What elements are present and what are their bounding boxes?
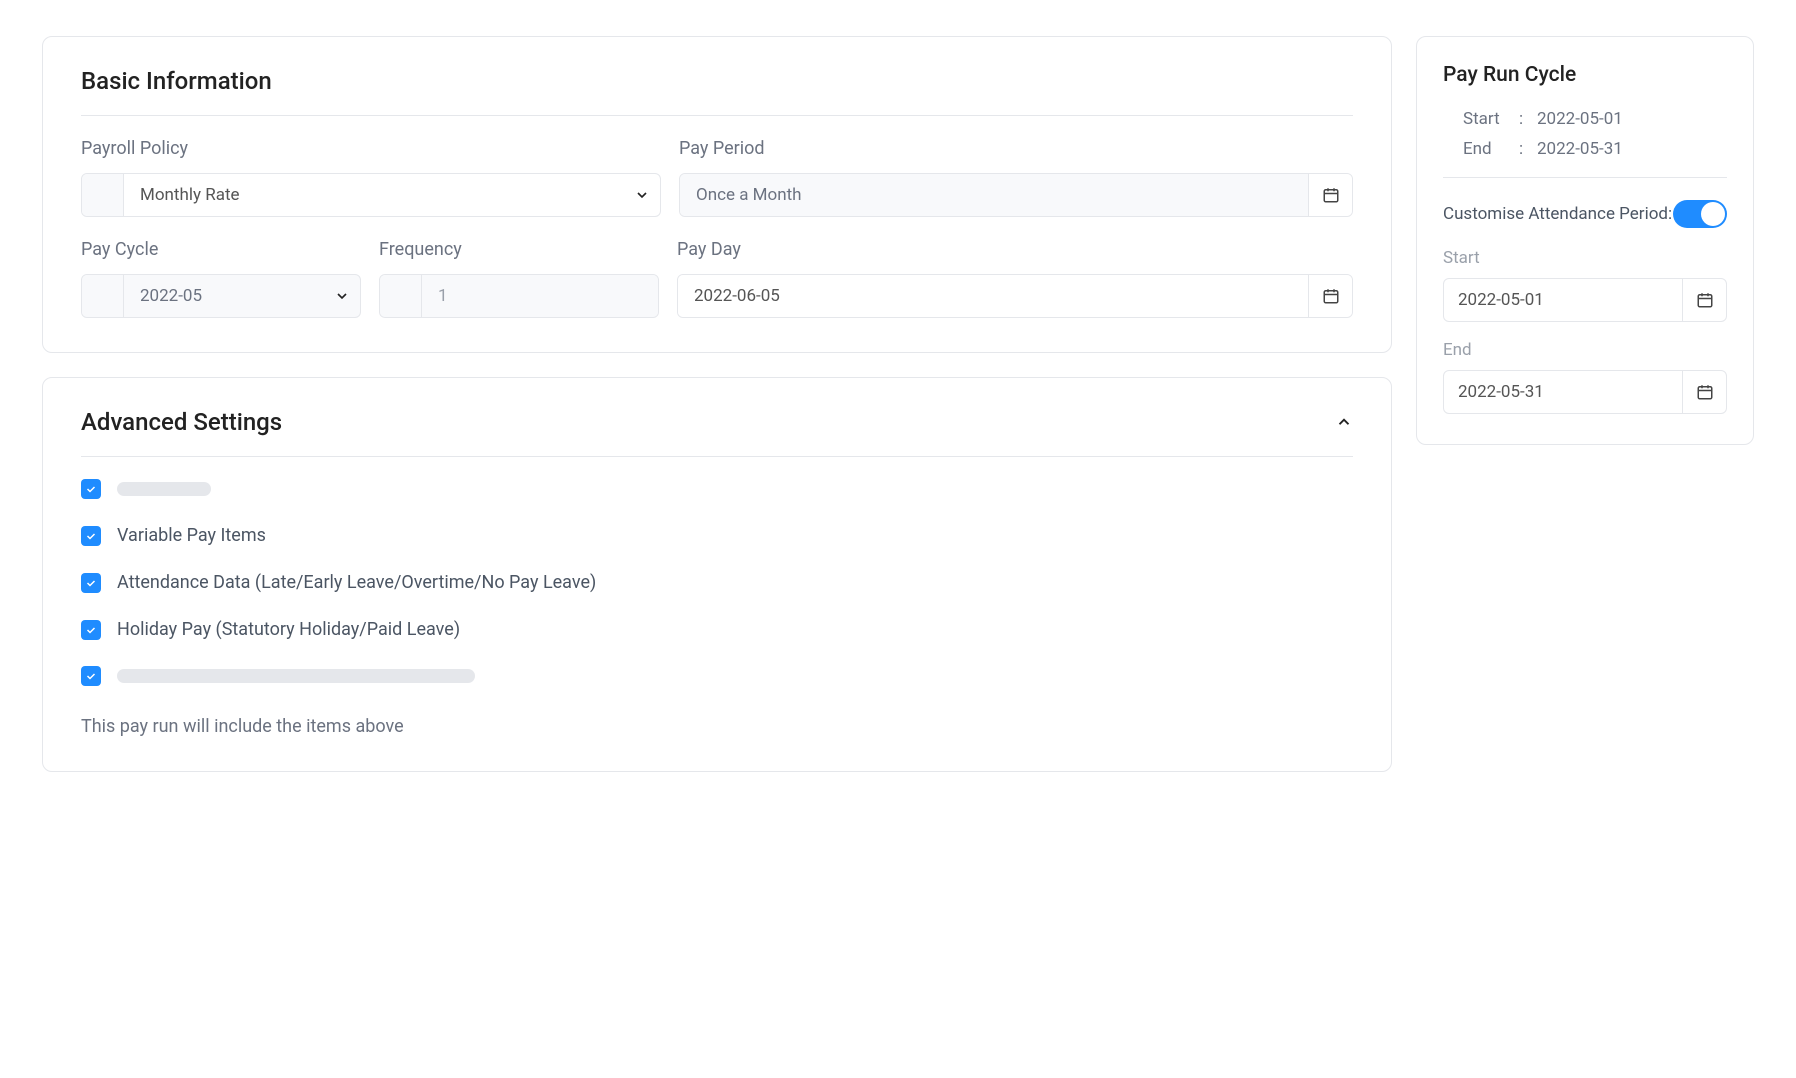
cycle-end-label: End: [1463, 139, 1511, 159]
toggle-knob: [1701, 202, 1725, 226]
payroll-policy-prefix: [82, 174, 124, 216]
custom-start-label: Start: [1443, 248, 1727, 268]
pay-day-label: Pay Day: [677, 239, 1353, 260]
frequency-value: 1: [422, 275, 658, 317]
checkbox[interactable]: [81, 666, 101, 686]
pay-run-cycle-title: Pay Run Cycle: [1443, 63, 1727, 87]
advanced-option-row: Holiday Pay (Statutory Holiday/Paid Leav…: [81, 619, 1353, 640]
basic-info-title: Basic Information: [81, 67, 1353, 116]
payroll-policy-select[interactable]: Monthly Rate: [81, 173, 661, 217]
checkbox[interactable]: [81, 620, 101, 640]
advanced-options-list: Variable Pay Items Attendance Data (Late/…: [81, 479, 1353, 686]
cycle-end-row: End : 2022-05-31: [1443, 139, 1727, 159]
pay-cycle-label: Pay Cycle: [81, 239, 361, 260]
skeleton-placeholder: [117, 669, 475, 683]
chevron-down-icon: [624, 174, 660, 216]
calendar-icon[interactable]: [1308, 275, 1352, 317]
skeleton-placeholder: [117, 482, 211, 496]
advanced-option-label: Attendance Data (Late/Early Leave/Overti…: [117, 572, 596, 593]
custom-start-value: 2022-05-01: [1444, 279, 1682, 321]
customise-attendance-toggle[interactable]: [1673, 200, 1727, 228]
pay-period-field[interactable]: Once a Month: [679, 173, 1353, 217]
calendar-icon[interactable]: [1682, 371, 1726, 413]
calendar-icon[interactable]: [1682, 279, 1726, 321]
pay-cycle-value: 2022-05: [124, 275, 324, 317]
advanced-settings-card: Advanced Settings Variable Pay Items Atte…: [42, 377, 1392, 772]
payroll-policy-value: Monthly Rate: [124, 174, 624, 216]
pay-run-cycle-card: Pay Run Cycle Start : 2022-05-01 End : 2…: [1416, 36, 1754, 445]
frequency-prefix: [380, 275, 422, 317]
advanced-option-label: Variable Pay Items: [117, 525, 266, 546]
calendar-icon[interactable]: [1308, 174, 1352, 216]
advanced-option-row: Attendance Data (Late/Early Leave/Overti…: [81, 572, 1353, 593]
advanced-option-label: Holiday Pay (Statutory Holiday/Paid Leav…: [117, 619, 460, 640]
cycle-start-value: 2022-05-01: [1537, 109, 1623, 129]
advanced-option-row: [81, 479, 1353, 499]
advanced-option-row: Variable Pay Items: [81, 525, 1353, 546]
advanced-settings-title: Advanced Settings: [81, 408, 282, 436]
checkbox[interactable]: [81, 479, 101, 499]
chevron-down-icon: [324, 275, 360, 317]
frequency-field[interactable]: 1: [379, 274, 659, 318]
pay-cycle-prefix: [82, 275, 124, 317]
pay-day-value: 2022-06-05: [678, 275, 1308, 317]
advanced-option-row: [81, 666, 1353, 686]
custom-start-field[interactable]: 2022-05-01: [1443, 278, 1727, 322]
payroll-policy-label: Payroll Policy: [81, 138, 661, 159]
basic-info-card: Basic Information Payroll Policy Monthly…: [42, 36, 1392, 353]
custom-end-field[interactable]: 2022-05-31: [1443, 370, 1727, 414]
cycle-start-label: Start: [1463, 109, 1511, 129]
divider: [1443, 177, 1727, 178]
pay-period-value: Once a Month: [680, 174, 1308, 216]
checkbox[interactable]: [81, 526, 101, 546]
chevron-up-icon: [1335, 413, 1353, 431]
cycle-start-row: Start : 2022-05-01: [1443, 109, 1727, 129]
customise-attendance-label: Customise Attendance Period:: [1443, 204, 1672, 224]
frequency-label: Frequency: [379, 239, 659, 260]
custom-end-label: End: [1443, 340, 1727, 360]
pay-period-label: Pay Period: [679, 138, 1353, 159]
advanced-footnote: This pay run will include the items abov…: [81, 716, 1353, 737]
advanced-settings-header[interactable]: Advanced Settings: [81, 408, 1353, 457]
cycle-end-value: 2022-05-31: [1537, 139, 1623, 159]
custom-end-value: 2022-05-31: [1444, 371, 1682, 413]
checkbox[interactable]: [81, 573, 101, 593]
pay-cycle-select[interactable]: 2022-05: [81, 274, 361, 318]
pay-day-field[interactable]: 2022-06-05: [677, 274, 1353, 318]
